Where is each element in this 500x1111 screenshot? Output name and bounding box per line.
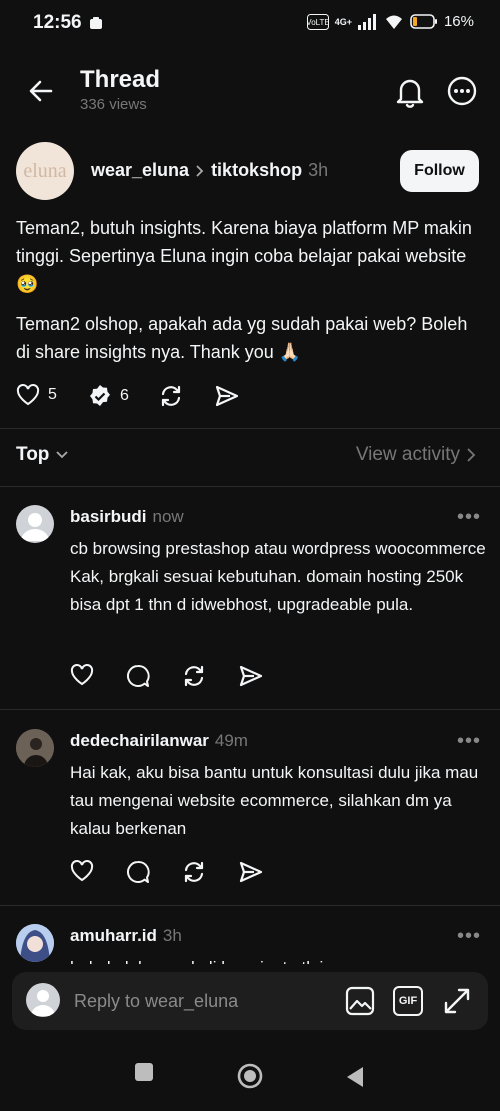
divider <box>0 428 500 429</box>
avatar <box>26 983 60 1017</box>
comment-text: halo kak barangkali berminat utk jasa <box>70 954 490 964</box>
network-type: 4G+ <box>334 16 352 27</box>
sort-label: Top <box>16 444 50 465</box>
comment-header: basirbudi now <box>70 507 184 527</box>
signal-icon <box>357 13 376 30</box>
image-icon[interactable] <box>345 986 375 1016</box>
wifi-icon <box>385 15 402 29</box>
status-indicators: VoLTE 4G+ 16% <box>306 13 474 30</box>
comment-time: 49m <box>214 731 248 750</box>
comment-username[interactable]: amuharr.id <box>70 926 157 945</box>
share-icon[interactable] <box>238 860 264 884</box>
view-count: 336 views <box>80 96 147 113</box>
like-button[interactable]: 5 <box>16 384 57 406</box>
status-time: 12:56 <box>33 12 82 33</box>
expand-icon[interactable] <box>442 986 472 1016</box>
author-avatar[interactable]: eluna <box>16 142 74 200</box>
avatar[interactable] <box>16 505 54 543</box>
post-paragraph-1: Teman2, butuh insights. Karena biaya pla… <box>16 218 472 294</box>
community-name[interactable]: tiktokshop <box>211 160 302 181</box>
divider <box>0 709 500 710</box>
home-icon[interactable] <box>236 1062 264 1090</box>
reply-count: 6 <box>120 387 129 404</box>
verified-reply-icon <box>90 385 110 406</box>
avatar[interactable] <box>16 924 54 962</box>
comment-icon[interactable] <box>126 860 150 884</box>
chevron-right-icon <box>195 164 205 178</box>
avatar[interactable] <box>16 729 54 767</box>
volte-icon: VoLTE <box>306 13 329 30</box>
post-paragraph-2: Teman2 olshop, apakah ada yg sudah pakai… <box>16 314 468 362</box>
heart-icon[interactable] <box>70 664 94 686</box>
view-activity-link[interactable]: View activity <box>356 444 476 466</box>
svg-text:VoLTE: VoLTE <box>307 18 329 27</box>
reply-composer[interactable]: Reply to wear_eluna GIF <box>12 972 488 1030</box>
avatar-logo-text: eluna <box>23 159 67 182</box>
repost-icon[interactable] <box>181 663 207 689</box>
comment-time: 3h <box>162 926 182 945</box>
heart-icon <box>16 384 40 406</box>
like-count: 5 <box>48 386 57 403</box>
comment-icon[interactable] <box>126 664 150 688</box>
post-time: 3h <box>308 160 329 180</box>
comment-header: amuharr.id 3h <box>70 926 182 946</box>
comment-text: cb browsing prestashop atau wordpress wo… <box>70 539 486 614</box>
heart-icon[interactable] <box>70 860 94 882</box>
battery-icon <box>410 14 437 29</box>
comment-username[interactable]: dedechairilanwar <box>70 731 209 750</box>
reply-count-button[interactable]: 6 <box>88 384 129 408</box>
reply-input[interactable]: Reply to wear_eluna <box>74 991 238 1012</box>
more-icon[interactable]: ••• <box>457 730 481 753</box>
sort-dropdown[interactable]: Top <box>16 444 69 466</box>
comment-header: dedechairilanwar 49m <box>70 731 248 751</box>
chevron-right-icon <box>467 448 476 462</box>
comment-text: Hai kak, aku bisa bantu untuk konsultasi… <box>70 763 479 838</box>
repost-icon[interactable] <box>181 859 207 885</box>
author-line: wear_eluna tiktokshop 3h <box>91 160 328 181</box>
page-title: Thread <box>80 66 161 93</box>
back-icon[interactable] <box>345 1066 365 1088</box>
comment-username[interactable]: basirbudi <box>70 507 147 526</box>
comment-clip: amuharr.id 3h ••• halo kak barangkali ber… <box>0 906 500 964</box>
battery-level: 16% <box>443 13 474 30</box>
bell-icon[interactable] <box>395 76 425 108</box>
share-icon[interactable] <box>214 384 240 408</box>
notification-icon <box>89 16 103 30</box>
recent-apps-icon[interactable] <box>134 1062 154 1082</box>
share-icon[interactable] <box>238 664 264 688</box>
more-options-icon[interactable] <box>447 76 477 106</box>
view-activity-label: View activity <box>355 444 460 465</box>
chevron-down-icon <box>56 451 69 459</box>
back-arrow-icon[interactable] <box>28 78 54 104</box>
gif-button[interactable]: GIF <box>393 986 423 1016</box>
divider <box>0 486 500 487</box>
more-icon[interactable]: ••• <box>457 506 481 529</box>
follow-button[interactable]: Follow <box>400 150 479 192</box>
author-username[interactable]: wear_eluna <box>91 160 189 181</box>
comment-time: now <box>152 507 184 526</box>
repost-icon[interactable] <box>158 383 184 409</box>
more-icon[interactable]: ••• <box>457 925 481 948</box>
